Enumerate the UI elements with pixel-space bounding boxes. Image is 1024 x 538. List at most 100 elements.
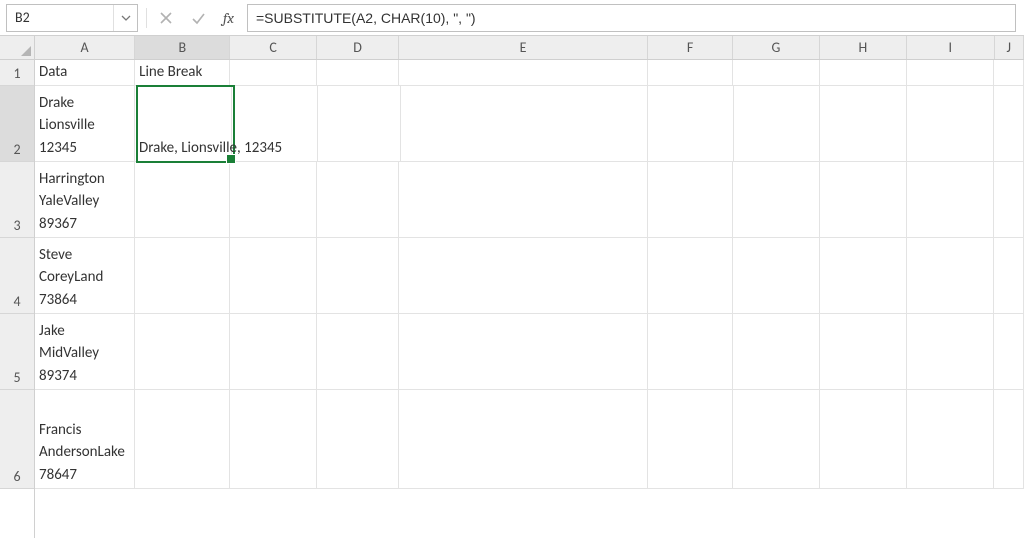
table-row: Harrington YaleValley 89367: [35, 162, 1024, 238]
cell-A2[interactable]: Drake Lionsville 12345: [35, 86, 135, 162]
cell-G5[interactable]: [733, 314, 819, 390]
cell-C5[interactable]: [230, 314, 316, 390]
cancel-button[interactable]: [155, 7, 177, 29]
table-row: Steve CoreyLand 73864: [35, 238, 1024, 314]
cell-I2[interactable]: [907, 86, 994, 162]
table-row: Drake Lionsville 12345Drake, Lionsville,…: [35, 86, 1024, 162]
column-header-C[interactable]: C: [230, 36, 316, 59]
cell-E1[interactable]: [399, 60, 647, 86]
column-header-B[interactable]: B: [135, 36, 230, 59]
cell-H2[interactable]: [820, 86, 907, 162]
cell-D5[interactable]: [317, 314, 400, 390]
table-row: Francis AndersonLake 78647: [35, 390, 1024, 489]
cell-H1[interactable]: [820, 60, 907, 86]
cell-E3[interactable]: [399, 162, 647, 238]
cell-H3[interactable]: [820, 162, 907, 238]
formula-input[interactable]: [256, 10, 1007, 26]
row-header-1[interactable]: 1: [0, 60, 34, 86]
cell-A6[interactable]: Francis AndersonLake 78647: [35, 390, 135, 489]
cell-G6[interactable]: [733, 390, 819, 489]
table-row: Jake MidValley 89374: [35, 314, 1024, 390]
cancel-icon: [159, 11, 173, 25]
cell-J3[interactable]: [994, 162, 1024, 238]
divider: [146, 8, 147, 28]
cell-C6[interactable]: [230, 390, 316, 489]
column-header-G[interactable]: G: [733, 36, 819, 59]
cell-I1[interactable]: [907, 60, 994, 86]
cell-I3[interactable]: [907, 162, 994, 238]
cell-H5[interactable]: [820, 314, 907, 390]
spreadsheet-grid: 123456 ABCDEFGHIJ DataLine BreakDrake Li…: [0, 36, 1024, 538]
row-header-2[interactable]: 2: [0, 86, 34, 162]
cell-I5[interactable]: [907, 314, 994, 390]
enter-button[interactable]: [187, 7, 209, 29]
cell-C3[interactable]: [230, 162, 316, 238]
cell-B2[interactable]: Drake, Lionsville, 12345: [135, 86, 232, 162]
cell-B1[interactable]: Line Break: [135, 60, 230, 86]
cell-J2[interactable]: [994, 86, 1024, 162]
cell-J4[interactable]: [994, 238, 1024, 314]
name-box[interactable]: B2: [6, 4, 138, 32]
column-headers: ABCDEFGHIJ: [35, 36, 1024, 60]
cell-B4[interactable]: [135, 238, 230, 314]
cell-F2[interactable]: [648, 86, 733, 162]
cell-G2[interactable]: [734, 86, 820, 162]
row-header-3[interactable]: 3: [0, 162, 34, 238]
column-header-A[interactable]: A: [35, 36, 135, 59]
row-header-5[interactable]: 5: [0, 314, 34, 390]
cell-G3[interactable]: [733, 162, 819, 238]
cells-area: ABCDEFGHIJ DataLine BreakDrake Lionsvill…: [35, 36, 1024, 538]
cell-C1[interactable]: [230, 60, 316, 86]
formula-buttons: fx: [153, 7, 247, 29]
column-header-J[interactable]: J: [995, 36, 1024, 59]
cell-E4[interactable]: [399, 238, 647, 314]
name-box-dropdown[interactable]: [113, 5, 137, 31]
column-header-H[interactable]: H: [820, 36, 907, 59]
cell-J1[interactable]: [994, 60, 1024, 86]
cell-C4[interactable]: [230, 238, 316, 314]
cell-H4[interactable]: [820, 238, 907, 314]
cell-G1[interactable]: [733, 60, 819, 86]
column-header-D[interactable]: D: [317, 36, 400, 59]
cell-F4[interactable]: [648, 238, 733, 314]
cell-A3[interactable]: Harrington YaleValley 89367: [35, 162, 135, 238]
column-header-E[interactable]: E: [399, 36, 647, 59]
cell-A1[interactable]: Data: [35, 60, 135, 86]
cell-F5[interactable]: [648, 314, 733, 390]
cell-D6[interactable]: [317, 390, 400, 489]
row-header-6[interactable]: 6: [0, 390, 34, 489]
cell-E6[interactable]: [399, 390, 647, 489]
formula-bar: B2 fx: [0, 0, 1024, 36]
cell-D4[interactable]: [317, 238, 400, 314]
cell-D2[interactable]: [318, 86, 400, 162]
cell-J6[interactable]: [994, 390, 1024, 489]
cell-J5[interactable]: [994, 314, 1024, 390]
cell-G4[interactable]: [733, 238, 819, 314]
cell-I6[interactable]: [907, 390, 994, 489]
row-header-4[interactable]: 4: [0, 238, 34, 314]
cell-E2[interactable]: [401, 86, 649, 162]
cell-A4[interactable]: Steve CoreyLand 73864: [35, 238, 135, 314]
cell-A5[interactable]: Jake MidValley 89374: [35, 314, 135, 390]
fx-icon[interactable]: fx: [219, 9, 241, 27]
cell-D1[interactable]: [317, 60, 400, 86]
cell-I4[interactable]: [907, 238, 994, 314]
cell-B5[interactable]: [135, 314, 230, 390]
cell-F1[interactable]: [648, 60, 733, 86]
cell-E5[interactable]: [399, 314, 647, 390]
row-headers: 123456: [0, 36, 35, 538]
cell-B6[interactable]: [135, 390, 230, 489]
cell-H6[interactable]: [820, 390, 907, 489]
column-header-I[interactable]: I: [907, 36, 994, 59]
table-row: DataLine Break: [35, 60, 1024, 86]
select-all-corner[interactable]: [0, 36, 34, 60]
cell-F3[interactable]: [648, 162, 733, 238]
formula-input-wrap[interactable]: [247, 4, 1016, 32]
cell-F6[interactable]: [648, 390, 733, 489]
cell-D3[interactable]: [317, 162, 400, 238]
cell-B3[interactable]: [135, 162, 230, 238]
cells: DataLine BreakDrake Lionsville 12345Drak…: [35, 60, 1024, 489]
chevron-down-icon: [121, 13, 131, 23]
name-box-value: B2: [7, 7, 113, 28]
column-header-F[interactable]: F: [648, 36, 733, 59]
